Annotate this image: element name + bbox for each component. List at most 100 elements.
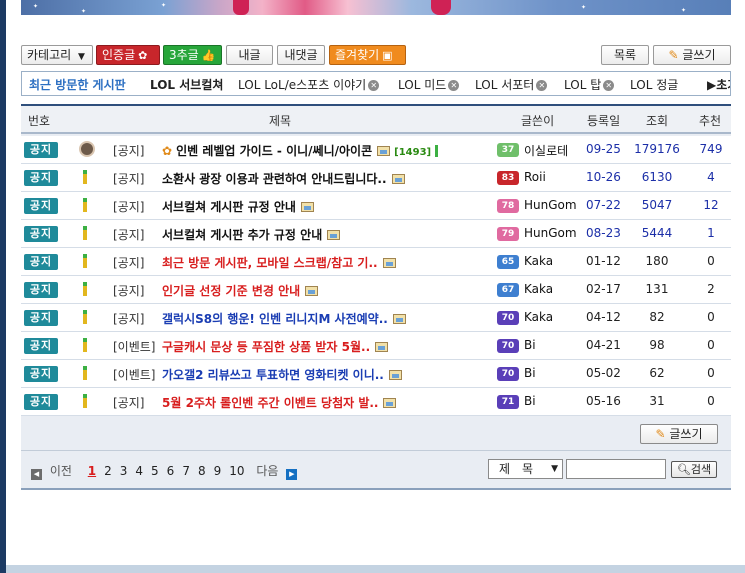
table-row[interactable]: 공지 [공지] 갤럭시S8의 행운! 인벤 리니지M 사전예약.. 70 Kaka 04-… [21, 304, 731, 332]
level-badge: 67 [497, 283, 519, 297]
recent-board-item[interactable]: LOL 서브컬쳐 [150, 76, 223, 93]
table-row[interactable]: 공지 [이벤트] 가오갤2 리뷰쓰고 투표하면 영화티켓 이니.. 70 Bi 05-02… [21, 360, 731, 388]
write-button[interactable]: ✎ 글쓰기 [653, 45, 731, 65]
table-row[interactable]: 공지 [공지] 서브컬쳐 게시판 규정 안내 78 HunGom 07-22 5047 12 [21, 192, 731, 220]
reset-recent-button[interactable]: ▶초기화 [705, 76, 730, 93]
page-link[interactable]: 9 [214, 464, 222, 478]
recent-board-item[interactable]: LOL 탑 ✕ [564, 76, 615, 93]
author-name[interactable]: Kaka [524, 282, 553, 296]
level-badge: 37 [497, 143, 519, 157]
post-title-link[interactable]: 5월 2주차 롤인벤 주간 이벤트 당첨자 발.. [162, 394, 397, 411]
table-row[interactable]: 공지 [공지] ✿ 인벤 레벨업 가이드 - 이니/쎄니/아이콘 [1493] 37 이실로… [21, 136, 731, 164]
my-comments-button[interactable]: 내댓글 [277, 45, 325, 65]
table-row[interactable]: 공지 [공지] 서브컬쳐 게시판 추가 규정 안내 79 HunGom 08-23 5444… [21, 220, 731, 248]
close-icon[interactable]: ✕ [448, 80, 460, 91]
table-row[interactable]: 공지 [공지] 소환사 광장 이용과 관련하여 안내드립니다.. 83 Roii 10-2… [21, 164, 731, 192]
level-badge: 70 [497, 367, 519, 381]
recent-board-item[interactable]: LOL LoL/e스포츠 이야기 ✕ [238, 76, 380, 93]
author-name[interactable]: HunGom [524, 198, 577, 212]
page-link[interactable]: 3 [120, 464, 128, 478]
post-title-link[interactable]: 서브컬쳐 게시판 추가 규정 안내 [162, 226, 341, 243]
header-title: 제목 [269, 114, 292, 128]
level-badge: 79 [497, 227, 519, 241]
notice-badge: 공지 [24, 310, 58, 326]
view-count: 98 [649, 338, 665, 352]
write-button-bottom[interactable]: ✎ 글쓰기 [640, 424, 718, 444]
next-label: 다음 [256, 464, 279, 478]
page-link[interactable]: 7 [182, 464, 190, 478]
page-link[interactable]: 8 [198, 464, 206, 478]
list-button[interactable]: 목록 [601, 45, 649, 65]
next-page-link[interactable]: 다음 ▶ [256, 462, 301, 480]
search-button[interactable]: 🔍︎검색 [671, 461, 717, 478]
author-name[interactable]: HunGom [524, 226, 577, 240]
post-category: [공지] [113, 172, 145, 186]
page-link[interactable]: 5 [151, 464, 159, 478]
table-row[interactable]: 공지 [공지] 5월 2주차 롤인벤 주간 이벤트 당첨자 발.. 71 Bi 05-16… [21, 388, 731, 416]
notice-badge: 공지 [24, 198, 58, 214]
prev-page-link[interactable]: ◀ 이전 [31, 462, 76, 480]
search-field-select[interactable]: 제 목 ▼ [488, 459, 563, 479]
author-name[interactable]: Kaka [524, 254, 553, 268]
author-name[interactable]: Roii [524, 170, 546, 184]
post-title-link[interactable]: 서브컬쳐 게시판 규정 안내 [162, 198, 314, 215]
certified-posts-button[interactable]: 인증글 ✿ [96, 45, 160, 65]
page-link[interactable]: 4 [135, 464, 143, 478]
post-title-link[interactable]: 갤럭시S8의 행운! 인벤 리니지M 사전예약.. [162, 310, 406, 327]
recent-board-item[interactable]: LOL 미드 ✕ [398, 76, 460, 93]
header-banner: ✦ ✦ ✦ ✦ ✦ [21, 0, 731, 15]
post-title: 구글캐시 문상 등 푸짐한 상품 받자 5월.. [162, 340, 371, 354]
post-title-link[interactable]: 소환사 광장 이용과 관련하여 안내드립니다.. [162, 170, 405, 187]
recent-board-item[interactable]: LOL 서포터 ✕ [475, 76, 548, 93]
post-title-link[interactable]: 최근 방문 게시판, 모바일 스크랩/참고 기.. [162, 254, 396, 271]
page-link[interactable]: 2 [104, 464, 112, 478]
close-icon[interactable]: ✕ [603, 80, 615, 91]
author-name[interactable]: Bi [524, 338, 536, 352]
author-name[interactable]: Bi [524, 394, 536, 408]
notice-pin-icon [81, 282, 89, 296]
image-attachment-icon [305, 286, 319, 296]
image-attachment-icon [392, 314, 406, 324]
author-name[interactable]: Kaka [524, 310, 553, 324]
post-title: 소환사 광장 이용과 관련하여 안내드립니다.. [162, 172, 387, 186]
recent-board-name: LOL 정글 [630, 78, 679, 92]
post-title-link[interactable]: 가오갤2 리뷰쓰고 투표하면 영화티켓 이니.. [162, 366, 402, 383]
recent-board-item[interactable]: LOL 정글 [630, 76, 678, 93]
banner-sparkle: ✦ [33, 3, 39, 10]
search-field-label: 제 목 [499, 462, 534, 476]
close-icon[interactable]: ✕ [536, 80, 548, 91]
level-badge: 65 [497, 255, 519, 269]
post-title-link[interactable]: ✿ 인벤 레벨업 가이드 - 이니/쎄니/아이콘 [1493] [162, 142, 439, 159]
author-name[interactable]: 이실로테 [524, 142, 568, 159]
image-attachment-icon [388, 370, 402, 380]
page-link[interactable]: 6 [167, 464, 175, 478]
recent-boards-label: 최근 방문한 게시판 [29, 78, 126, 92]
table-row[interactable]: 공지 [이벤트] 구글캐시 문상 등 푸짐한 상품 받자 5월.. 70 Bi 04-21… [21, 332, 731, 360]
notice-badge: 공지 [24, 170, 58, 186]
my-posts-button[interactable]: 내글 [226, 45, 273, 65]
close-icon[interactable]: ✕ [368, 80, 380, 91]
table-row[interactable]: 공지 [공지] 최근 방문 게시판, 모바일 스크랩/참고 기.. 65 Kaka 01-… [21, 248, 731, 276]
category-select[interactable]: 카테고리 ▼ [21, 45, 93, 65]
post-title-link[interactable]: 구글캐시 문상 등 푸짐한 상품 받자 5월.. [162, 338, 389, 355]
post-category: [이벤트] [113, 368, 156, 382]
notice-badge: 공지 [24, 394, 58, 410]
header-views: 조회 [646, 114, 669, 128]
image-attachment-icon [375, 342, 389, 352]
header-author: 글쓴이 [521, 114, 555, 128]
post-title-link[interactable]: 인기글 선정 기준 변경 안내 [162, 282, 319, 299]
table-row[interactable]: 공지 [공지] 인기글 선정 기준 변경 안내 67 Kaka 02-17 131 2 [21, 276, 731, 304]
comment-count: [1493] [394, 147, 432, 158]
search-input[interactable] [566, 459, 666, 479]
page-link[interactable]: 10 [229, 464, 244, 478]
pencil-icon: ✎ [668, 48, 679, 62]
post-date: 01-12 [586, 254, 621, 268]
upvoted-posts-button[interactable]: 3추글 👍 [163, 45, 222, 65]
chevron-down-icon: ▼ [78, 52, 85, 62]
author-name[interactable]: Bi [524, 366, 536, 380]
page-link[interactable]: 1 [88, 464, 96, 478]
favorites-button[interactable]: 즐겨찾기 ▣ [329, 45, 406, 65]
notice-badge: 공지 [24, 142, 58, 158]
recommend-count: 2 [707, 282, 715, 296]
view-count: 179176 [634, 142, 680, 156]
